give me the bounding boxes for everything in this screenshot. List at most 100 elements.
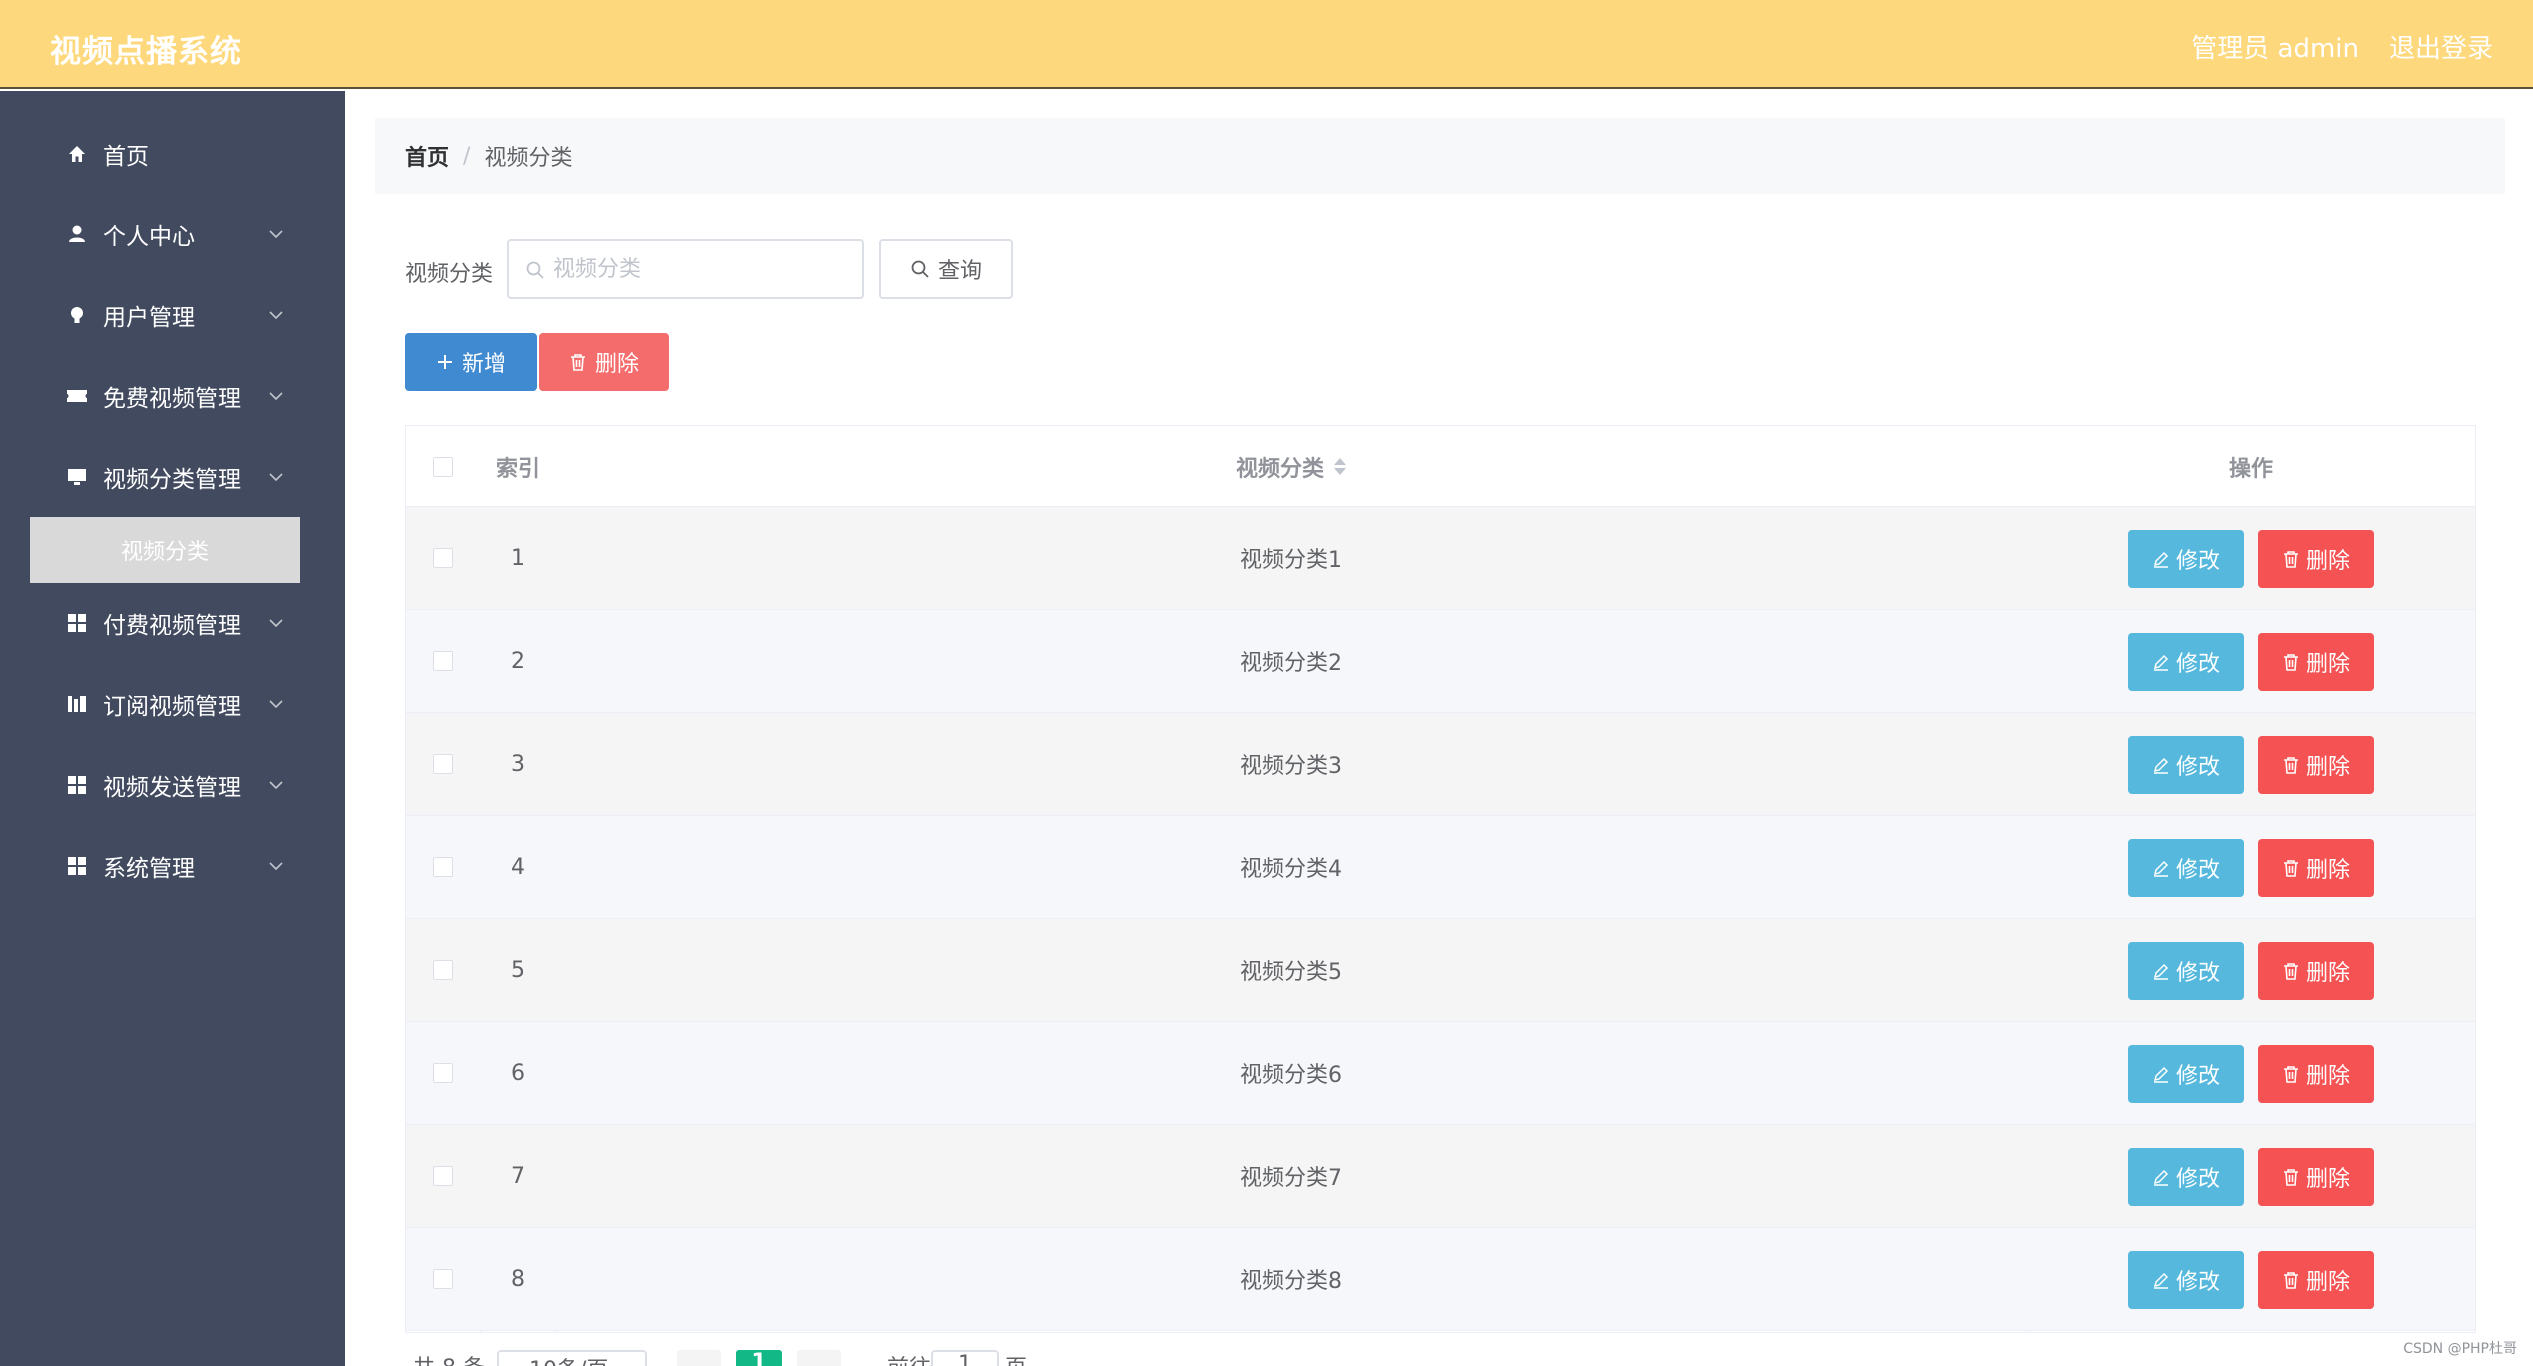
delete-button-label: 删除: [2305, 549, 2350, 574]
edit-button[interactable]: 修改: [2128, 839, 2244, 897]
chevron-down-icon: [269, 619, 283, 628]
breadcrumb: 首页 / 视频分类: [375, 118, 2505, 194]
delete-button[interactable]: 删除: [2258, 942, 2374, 1000]
table-row: 7 视频分类7 修改 删除: [406, 1125, 2475, 1228]
search-input[interactable]: [553, 241, 853, 297]
table-row: 1 视频分类1 修改 删除: [406, 507, 2475, 610]
trash-icon: [2283, 1272, 2298, 1289]
row-checkbox-cell[interactable]: [406, 1125, 480, 1227]
trash-icon: [2283, 654, 2298, 671]
prev-page-button[interactable]: [677, 1350, 721, 1366]
edit-button[interactable]: 修改: [2128, 1251, 2244, 1309]
current-page-button[interactable]: 1: [736, 1350, 782, 1366]
row-index: 4: [511, 854, 525, 880]
select-all-checkbox[interactable]: [433, 456, 453, 477]
row-checkbox-cell[interactable]: [406, 1022, 480, 1124]
sidebar-subitem-video-category[interactable]: 视频分类: [30, 517, 300, 583]
edit-button[interactable]: 修改: [2128, 633, 2244, 691]
row-checkbox-cell[interactable]: [406, 713, 480, 815]
sidebar-item-free-video[interactable]: 免费视频管理: [0, 366, 345, 426]
search-label: 视频分类: [405, 262, 494, 287]
row-checkbox-cell[interactable]: [406, 507, 480, 609]
pagination-total: 共 8 条: [413, 1350, 485, 1366]
trash-icon: [2283, 963, 2298, 980]
delete-button[interactable]: 删除: [2258, 736, 2374, 794]
search-icon: [526, 261, 544, 279]
row-checkbox-cell[interactable]: [406, 919, 480, 1021]
edit-icon: [2153, 757, 2169, 774]
current-user: 管理员 admin: [2191, 34, 2359, 64]
table-row: 6 视频分类6 修改 删除: [406, 1022, 2475, 1125]
row-checkbox-cell[interactable]: [406, 610, 480, 712]
edit-icon: [2153, 1272, 2169, 1289]
header-select-all[interactable]: [406, 426, 480, 507]
batch-delete-button[interactable]: 删除: [539, 333, 669, 391]
search-box: [507, 239, 864, 299]
edit-button-label: 修改: [2175, 755, 2220, 780]
row-checkbox[interactable]: [433, 1269, 453, 1289]
edit-button-label: 修改: [2175, 1270, 2220, 1295]
sort-icon[interactable]: [1334, 458, 1346, 475]
sidebar-item-label: 视频发送管理: [103, 775, 241, 801]
category-table: 索引 视频分类 操作 1 视频分类1 修改 删除 2 视频分类2 修改 删除 3…: [405, 425, 2476, 1333]
edit-button[interactable]: 修改: [2128, 530, 2244, 588]
delete-button[interactable]: 删除: [2258, 633, 2374, 691]
delete-button-label: 删除: [2305, 1270, 2350, 1295]
column-header-category[interactable]: 视频分类: [556, 426, 2026, 507]
row-index: 8: [511, 1266, 525, 1292]
row-category: 视频分类5: [1240, 960, 1342, 985]
sidebar-item-home[interactable]: 首页: [0, 124, 345, 184]
delete-button[interactable]: 删除: [2258, 1148, 2374, 1206]
delete-button-label: 删除: [2305, 1064, 2350, 1089]
edit-icon: [2153, 551, 2169, 568]
sidebar-item-video-send[interactable]: 视频发送管理: [0, 755, 345, 815]
breadcrumb-home[interactable]: 首页: [405, 140, 449, 172]
row-checkbox[interactable]: [433, 754, 453, 774]
sidebar-item-label: 视频分类管理: [103, 467, 241, 493]
edit-button[interactable]: 修改: [2128, 942, 2244, 1000]
row-index: 2: [511, 648, 525, 674]
delete-button[interactable]: 删除: [2258, 1045, 2374, 1103]
goto-page-input[interactable]: 1: [931, 1350, 999, 1366]
sidebar-item-paid-video[interactable]: 付费视频管理: [0, 593, 345, 653]
edit-button-label: 修改: [2175, 652, 2220, 677]
row-checkbox[interactable]: [433, 960, 453, 980]
next-page-button[interactable]: [797, 1350, 841, 1366]
edit-button-label: 修改: [2175, 961, 2220, 986]
row-checkbox[interactable]: [433, 1063, 453, 1083]
sidebar-item-system[interactable]: 系统管理: [0, 836, 345, 896]
query-button[interactable]: 查询: [879, 239, 1013, 299]
row-checkbox-cell[interactable]: [406, 1228, 480, 1330]
edit-button[interactable]: 修改: [2128, 1148, 2244, 1206]
trash-icon: [570, 354, 585, 371]
sidebar-item-label: 个人中心: [103, 224, 195, 250]
sidebar-item-video-category[interactable]: 视频分类管理: [0, 447, 345, 507]
trash-icon: [2283, 1169, 2298, 1186]
row-checkbox[interactable]: [433, 651, 453, 671]
delete-button-label: 删除: [2305, 961, 2350, 986]
delete-button[interactable]: 删除: [2258, 530, 2374, 588]
chevron-down-icon: [269, 700, 283, 709]
sidebar-item-user-management[interactable]: 用户管理: [0, 285, 345, 345]
edit-button[interactable]: 修改: [2128, 736, 2244, 794]
sidebar-item-subscription-video[interactable]: 订阅视频管理: [0, 674, 345, 734]
monitor-icon: [66, 466, 88, 488]
table-row: 4 视频分类4 修改 删除: [406, 816, 2475, 919]
page-size-select[interactable]: 10条/页: [497, 1350, 647, 1366]
row-checkbox[interactable]: [433, 548, 453, 568]
column-header-category-label: 视频分类: [1235, 456, 1324, 482]
delete-button[interactable]: 删除: [2258, 839, 2374, 897]
row-checkbox-cell[interactable]: [406, 816, 480, 918]
edit-button[interactable]: 修改: [2128, 1045, 2244, 1103]
query-button-label: 查询: [937, 259, 982, 284]
delete-button[interactable]: 删除: [2258, 1251, 2374, 1309]
ticket-icon: [66, 385, 88, 407]
logout-link[interactable]: 退出登录: [2389, 28, 2493, 65]
row-checkbox[interactable]: [433, 1166, 453, 1186]
add-button[interactable]: 新增: [405, 333, 537, 391]
sidebar-item-profile[interactable]: 个人中心: [0, 204, 345, 264]
row-index: 3: [511, 751, 525, 777]
sidebar-item-label: 免费视频管理: [103, 386, 241, 412]
home-icon: [66, 143, 88, 165]
row-checkbox[interactable]: [433, 857, 453, 877]
